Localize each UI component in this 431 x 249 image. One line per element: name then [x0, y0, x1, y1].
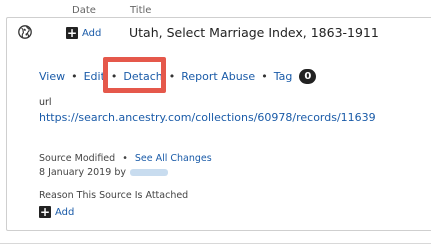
source-title: Utah, Select Marriage Index, 1863-1911: [129, 25, 379, 40]
separator: •: [122, 153, 128, 164]
source-url-link[interactable]: https://search.ancestry.com/collections/…: [39, 111, 376, 124]
modified-date-line: 8 January 2019 by: [39, 167, 168, 178]
add-label: Add: [55, 206, 75, 218]
separator: •: [168, 70, 176, 83]
add-label: Add: [82, 27, 102, 39]
view-link[interactable]: View: [39, 70, 65, 83]
reason-label: Reason This Source Is Attached: [39, 190, 189, 201]
separator: •: [71, 70, 78, 83]
title-column-header: Title: [130, 5, 152, 16]
report-abuse-link[interactable]: Report Abuse: [181, 70, 255, 83]
plus-icon: +: [39, 205, 51, 219]
see-all-changes-link[interactable]: See All Changes: [135, 153, 212, 164]
modified-date: 8 January 2019: [39, 167, 112, 178]
globe-icon: [18, 25, 32, 39]
redacted-username[interactable]: [129, 169, 168, 176]
plus-icon: +: [66, 26, 78, 40]
date-column-header: Date: [72, 5, 96, 16]
tag-count-badge: 0: [299, 69, 317, 84]
source-actions: View • Edit • Detach • Report Abuse • Ta…: [39, 69, 317, 84]
detach-highlight-box: [103, 57, 166, 93]
by-label: by: [114, 167, 126, 178]
separator: •: [261, 70, 268, 83]
add-reason-button[interactable]: + Add: [39, 206, 74, 218]
source-modified-line: Source Modified • See All Changes: [39, 153, 212, 164]
tag-link[interactable]: Tag: [274, 70, 293, 83]
divider: [0, 243, 431, 244]
edit-link[interactable]: Edit: [84, 70, 105, 83]
source-modified-label: Source Modified: [39, 153, 116, 164]
url-label: url: [39, 97, 52, 108]
add-to-person-button[interactable]: + Add: [66, 27, 101, 39]
